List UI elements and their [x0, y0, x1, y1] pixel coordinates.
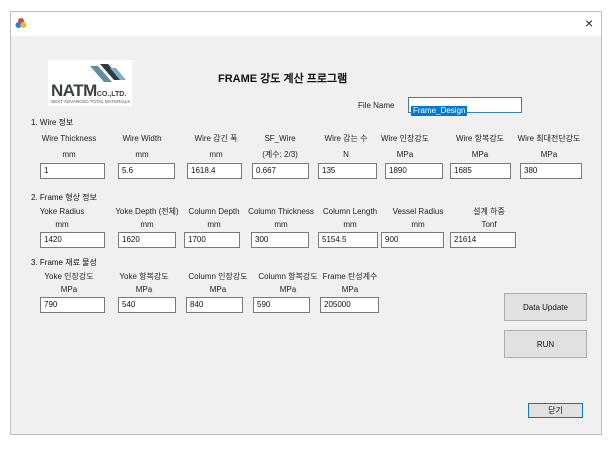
wire-input-0[interactable]: 1: [40, 163, 105, 179]
wire-input-3[interactable]: 0.667: [252, 163, 309, 179]
material-input-4[interactable]: 205000: [320, 297, 379, 313]
material-unit-4: MPa: [341, 285, 359, 294]
file-name-label: File Name: [358, 101, 395, 110]
company-logo: NATMCO.,LTD. NEXT ADVANCED TOTAL MATERIA…: [48, 60, 132, 106]
wire-input-7[interactable]: 380: [520, 163, 582, 179]
wire-input-2[interactable]: 1618.4: [187, 163, 242, 179]
logo-main: NATM: [51, 81, 97, 100]
frame-unit-6: Tonf: [481, 220, 497, 229]
frame-input-4[interactable]: 5154.5: [318, 232, 378, 248]
close-button[interactable]: 닫기: [528, 403, 583, 418]
wire-input-6[interactable]: 1685: [450, 163, 511, 179]
close-icon[interactable]: ×: [585, 16, 593, 30]
app-icon: [15, 18, 27, 28]
wire-unit-7: MPa: [540, 150, 558, 159]
frame-input-5[interactable]: 900: [381, 232, 444, 248]
frame-input-1[interactable]: 1620: [118, 232, 176, 248]
frame-input-3[interactable]: 300: [251, 232, 309, 248]
file-name-value: Frame_Design: [411, 106, 468, 116]
wire-input-5[interactable]: 1890: [385, 163, 443, 179]
material-label-4: Frame 탄성계수: [322, 272, 378, 281]
program-title: FRAME 강도 계산 프로그램: [218, 73, 348, 85]
logo-tagline: NEXT ADVANCED TOTAL MATERIALS: [51, 99, 131, 104]
frame-input-0[interactable]: 1420: [40, 232, 105, 248]
frame-input-6[interactable]: 21614: [450, 232, 516, 248]
file-name-input[interactable]: Frame_Design: [408, 97, 522, 116]
material-input-3[interactable]: 590: [253, 297, 310, 313]
logo-suffix: CO.,LTD.: [96, 91, 127, 98]
material-input-0[interactable]: 790: [40, 297, 105, 313]
material-input-1[interactable]: 540: [118, 297, 176, 313]
section-material: 3. Frame 재료 물성: [31, 258, 97, 267]
frame-label-6: 설계 하중: [473, 207, 505, 216]
section-frame: 2. Frame 형상 정보: [31, 193, 97, 202]
wire-input-4[interactable]: 135: [318, 163, 377, 179]
section-wire: 1. Wire 정보: [31, 118, 74, 127]
wire-label-7: Wire 최대전단강도: [517, 134, 581, 143]
data-update-button[interactable]: Data Update: [504, 293, 587, 321]
material-input-2[interactable]: 840: [186, 297, 243, 313]
wire-input-1[interactable]: 5.6: [118, 163, 175, 179]
frame-input-2[interactable]: 1700: [184, 232, 240, 248]
run-button[interactable]: RUN: [504, 330, 587, 358]
title-bar: [11, 12, 601, 36]
